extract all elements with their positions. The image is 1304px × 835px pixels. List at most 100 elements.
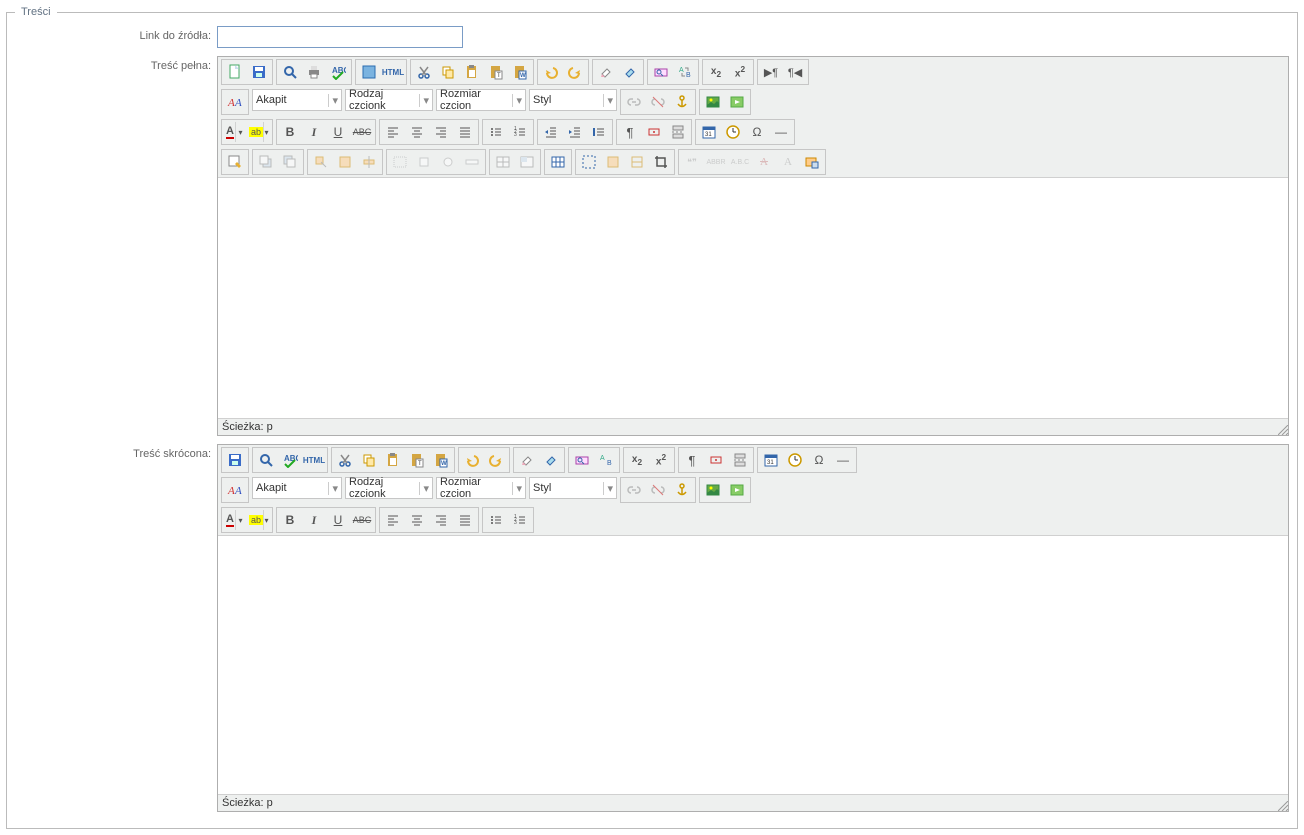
undo-button[interactable] xyxy=(461,449,483,471)
cleanup-button[interactable] xyxy=(540,449,562,471)
hr-button[interactable]: — xyxy=(832,449,854,471)
checkbox-button[interactable] xyxy=(413,151,435,173)
cite-button[interactable]: ❝❞ xyxy=(681,151,703,173)
ol-button[interactable]: 123 xyxy=(509,509,531,531)
abs-pos-button[interactable] xyxy=(310,151,332,173)
del-button[interactable]: A xyxy=(753,151,775,173)
nbsp-button[interactable] xyxy=(643,121,665,143)
hr-button[interactable]: — xyxy=(770,121,792,143)
time-button[interactable] xyxy=(784,449,806,471)
print-button[interactable] xyxy=(303,61,325,83)
fullscreen-button[interactable] xyxy=(358,61,380,83)
superscript-button[interactable]: x2 xyxy=(729,61,751,83)
textfield-button[interactable] xyxy=(461,151,483,173)
anchor-button[interactable] xyxy=(671,479,693,501)
cut-button[interactable] xyxy=(413,61,435,83)
image-button[interactable] xyxy=(702,479,724,501)
resize-handle-icon[interactable] xyxy=(1278,425,1288,435)
font-size-select[interactable]: Rozmiar czcion▾ xyxy=(436,89,526,111)
font-picker-button[interactable]: AA xyxy=(224,479,246,501)
copy-button[interactable] xyxy=(437,61,459,83)
media-button[interactable] xyxy=(726,91,748,113)
media-button[interactable] xyxy=(726,479,748,501)
bold-button[interactable]: B xyxy=(279,509,301,531)
align-left-button[interactable] xyxy=(382,509,404,531)
text-color-button[interactable]: A▾ xyxy=(224,121,246,143)
table-cell-button[interactable] xyxy=(516,151,538,173)
strike-button[interactable]: ABC xyxy=(351,121,373,143)
text-color-button[interactable]: A▾ xyxy=(224,509,246,531)
attribs-button[interactable] xyxy=(801,151,823,173)
date-button[interactable]: 31 xyxy=(698,121,720,143)
crop-button[interactable] xyxy=(650,151,672,173)
align-center-button[interactable] xyxy=(406,509,428,531)
pagebreak-button[interactable] xyxy=(667,121,689,143)
abbr-button[interactable]: ABBR xyxy=(705,151,727,173)
time-button[interactable] xyxy=(722,121,744,143)
anchor-button[interactable] xyxy=(671,91,693,113)
replace-button[interactable]: AB xyxy=(595,449,617,471)
new-doc-button[interactable] xyxy=(224,61,246,83)
paste-word-button[interactable]: W xyxy=(509,61,531,83)
form-button[interactable] xyxy=(389,151,411,173)
align-center-button[interactable] xyxy=(406,121,428,143)
italic-button[interactable]: I xyxy=(303,121,325,143)
select-all-button[interactable] xyxy=(578,151,600,173)
ltr-button[interactable]: ▶¶ xyxy=(760,61,782,83)
date-button[interactable]: 31 xyxy=(760,449,782,471)
paste-text-button[interactable]: T xyxy=(406,449,428,471)
save-button[interactable] xyxy=(224,449,246,471)
paragraph-select[interactable]: Akapit▾ xyxy=(252,89,342,111)
table-insert-button[interactable] xyxy=(547,151,569,173)
spellcheck-button[interactable]: ABC xyxy=(327,61,349,83)
replace-button[interactable]: AB xyxy=(674,61,696,83)
bg-color-button[interactable]: ab▾ xyxy=(248,121,270,143)
italic-button[interactable]: I xyxy=(303,509,325,531)
show-para-button[interactable]: ¶ xyxy=(619,121,641,143)
underline-button[interactable]: U xyxy=(327,509,349,531)
preview-button[interactable] xyxy=(255,449,277,471)
preview-button[interactable] xyxy=(279,61,301,83)
erase-format-button[interactable] xyxy=(516,449,538,471)
unlink-button[interactable] xyxy=(647,479,669,501)
pagebreak-button[interactable] xyxy=(729,449,751,471)
save-button[interactable] xyxy=(248,61,270,83)
strike-button[interactable]: ABC xyxy=(351,509,373,531)
indent-button[interactable] xyxy=(564,121,586,143)
paragraph-select[interactable]: Akapit▾ xyxy=(252,477,342,499)
align-left-button[interactable] xyxy=(382,121,404,143)
paste-text-button[interactable]: T xyxy=(485,61,507,83)
align-right-button[interactable] xyxy=(430,509,452,531)
short-editor-canvas[interactable] xyxy=(218,535,1288,794)
radio-button[interactable] xyxy=(437,151,459,173)
spellcheck-button[interactable]: ABC xyxy=(279,449,301,471)
font-family-select[interactable]: Rodzaj czcionk▾ xyxy=(345,477,433,499)
outdent-button[interactable] xyxy=(540,121,562,143)
acronym-button[interactable]: A.B.C xyxy=(729,151,751,173)
subscript-button[interactable]: x2 xyxy=(705,61,727,83)
font-picker-button[interactable]: AA xyxy=(224,91,246,113)
paste-button[interactable] xyxy=(461,61,483,83)
layer-front-button[interactable] xyxy=(279,151,301,173)
special-char-button[interactable]: Ω xyxy=(808,449,830,471)
ins-button[interactable]: A xyxy=(777,151,799,173)
font-family-select[interactable]: Rodzaj czcionk▾ xyxy=(345,89,433,111)
style-select[interactable]: Styl▾ xyxy=(529,89,617,111)
ul-button[interactable] xyxy=(485,509,507,531)
undo-button[interactable] xyxy=(540,61,562,83)
paste-button[interactable] xyxy=(382,449,404,471)
align-right-button[interactable] xyxy=(430,121,452,143)
style-select[interactable]: Styl▾ xyxy=(529,477,617,499)
cut-button[interactable] xyxy=(334,449,356,471)
bold-button[interactable]: B xyxy=(279,121,301,143)
table-button[interactable] xyxy=(492,151,514,173)
align-justify-button[interactable] xyxy=(454,121,476,143)
nbsp-button[interactable] xyxy=(705,449,727,471)
link-input[interactable] xyxy=(217,26,463,48)
layer-back-button[interactable] xyxy=(255,151,277,173)
copy-button[interactable] xyxy=(358,449,380,471)
edit-css-button[interactable] xyxy=(224,151,246,173)
cleanup-button[interactable] xyxy=(619,61,641,83)
full-editor-canvas[interactable] xyxy=(218,177,1288,418)
link-button[interactable] xyxy=(623,91,645,113)
